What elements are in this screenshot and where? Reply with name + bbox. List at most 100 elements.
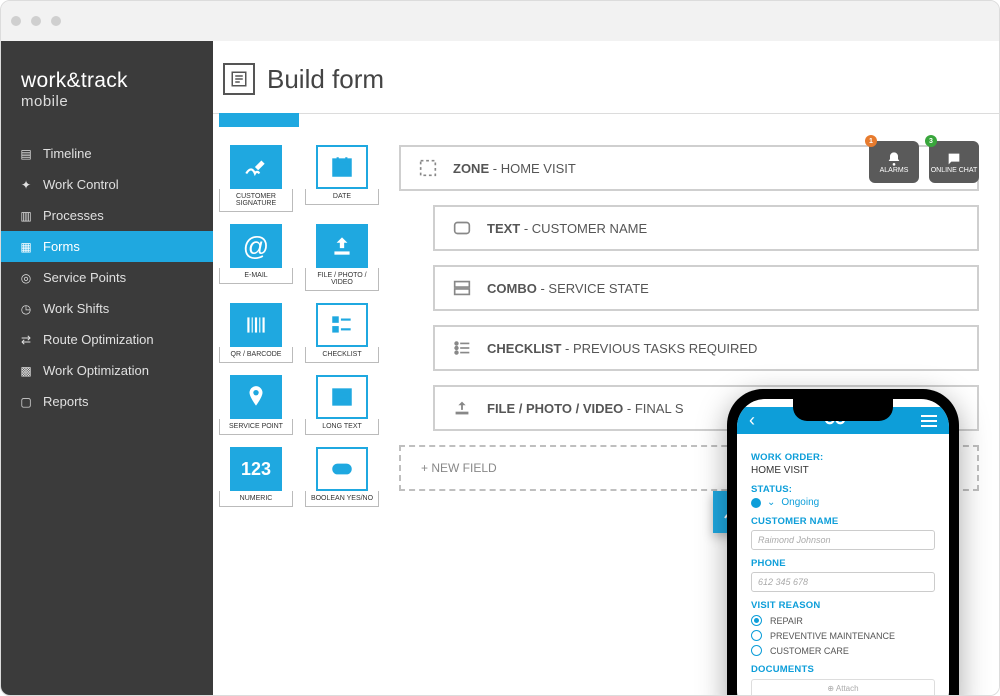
canvas-field-row[interactable]: TEXT - CUSTOMER NAME <box>433 205 979 251</box>
sidebar-item-route-optimization[interactable]: ⇄ Route Optimization <box>1 324 213 355</box>
toggle-icon <box>316 447 368 491</box>
field-label: TEXT - CUSTOMER NAME <box>487 221 647 236</box>
reason-label: PREVENTIVE MAINTENANCE <box>770 631 895 641</box>
calendar-icon: ▤ <box>19 147 33 161</box>
phone-notch <box>793 399 893 421</box>
sidebar-item-label: Work Shifts <box>43 301 109 316</box>
canvas-field-row[interactable]: CHECKLIST - PREVIOUS TASKS REQUIRED <box>433 325 979 371</box>
reason-option[interactable]: PREVENTIVE MAINTENANCE <box>751 630 935 641</box>
status-dropdown[interactable]: ⌄ Ongoing <box>751 497 935 508</box>
alarms-button[interactable]: 1 ALARMS <box>869 141 919 183</box>
main-area: Build form CUSTOMER SIGNATURE <box>213 41 999 695</box>
longtext-icon <box>316 375 368 419</box>
palette-tile-file[interactable]: FILE / PHOTO / VIDEO <box>305 224 379 291</box>
work-order-value: HOME VISIT <box>751 465 935 476</box>
documents-label: DOCUMENTS <box>751 664 935 675</box>
chat-icon <box>946 151 962 167</box>
customer-name-input[interactable]: Raimond Johnson <box>751 530 935 550</box>
sidebar-item-work-control[interactable]: ✦ Work Control <box>1 169 213 200</box>
sidebar-item-timeline[interactable]: ▤ Timeline <box>1 138 213 169</box>
form-icon: ▦ <box>19 240 33 254</box>
phone-mockup: ‹ WORK ORDER: HOME VISIT STATUS: ⌄ <box>727 389 959 696</box>
field-label: FILE / PHOTO / VIDEO - FINAL S <box>487 401 684 416</box>
palette-tile-longtext[interactable]: LONG TEXT <box>305 375 379 435</box>
palette-tile-service-point[interactable]: SERVICE POINT <box>219 375 293 435</box>
back-icon[interactable]: ‹ <box>749 410 755 431</box>
sidebar-item-label: Timeline <box>43 146 92 161</box>
palette-tile-date[interactable]: DATE <box>305 145 379 212</box>
chat-badge: 3 <box>925 135 937 147</box>
reason-option[interactable]: CUSTOMER CARE <box>751 645 935 656</box>
attach-button[interactable]: ⊕ Attach <box>751 679 935 696</box>
palette-tile-barcode[interactable]: QR / BARCODE <box>219 303 293 363</box>
grid-icon: ▩ <box>19 364 33 378</box>
palette-tile-checklist[interactable]: CHECKLIST <box>305 303 379 363</box>
palette-tile-label: SERVICE POINT <box>219 419 293 435</box>
page-title: Build form <box>267 64 384 95</box>
zone-icon <box>415 155 441 181</box>
sidebar-item-work-optimization[interactable]: ▩ Work Optimization <box>1 355 213 386</box>
form-header-icon <box>223 63 255 95</box>
signature-icon <box>230 145 282 189</box>
palette-tile-label: CHECKLIST <box>305 347 379 363</box>
checklist-icon <box>449 335 475 361</box>
upload-icon <box>316 224 368 268</box>
sidebar-item-service-points[interactable]: ◎ Service Points <box>1 262 213 293</box>
zone-label: ZONE - HOME VISIT <box>453 161 576 176</box>
phone-screen: ‹ WORK ORDER: HOME VISIT STATUS: ⌄ <box>737 399 949 696</box>
sidebar-nav: ▤ Timeline ✦ Work Control ▥ Processes ▦ … <box>1 138 213 417</box>
combo-icon <box>449 275 475 301</box>
page-header: Build form <box>213 41 999 114</box>
radio-icon <box>751 630 762 641</box>
pin-icon: ◎ <box>19 271 33 285</box>
palette-tile-signature[interactable]: CUSTOMER SIGNATURE <box>219 145 293 212</box>
sidebar-item-reports[interactable]: ▢ Reports <box>1 386 213 417</box>
doc-icon: ▢ <box>19 395 33 409</box>
palette-tile-label: NUMERIC <box>219 491 293 507</box>
radio-icon <box>751 645 762 656</box>
header-actions: 1 ALARMS 3 ONLINE CHAT <box>869 141 979 183</box>
chevron-down-icon: ⌄ <box>767 497 775 508</box>
phone-label: PHONE <box>751 558 935 569</box>
sidebar-item-label: Service Points <box>43 270 126 285</box>
clock-icon: ◷ <box>19 302 33 316</box>
chip-label: ALARMS <box>880 167 909 174</box>
canvas-field-row[interactable]: COMBO - SERVICE STATE <box>433 265 979 311</box>
logo-sub: mobile <box>21 93 193 110</box>
palette-tile-label: DATE <box>305 189 379 205</box>
sidebar-item-work-shifts[interactable]: ◷ Work Shifts <box>1 293 213 324</box>
palette-tile-label: BOOLEAN YES/NO <box>305 491 379 507</box>
reason-label: CUSTOMER CARE <box>770 646 849 656</box>
palette-tile-numeric[interactable]: 123 NUMERIC <box>219 447 293 507</box>
visit-reason-label: VISIT REASON <box>751 600 935 611</box>
palette-tile-email[interactable]: @ E-MAIL <box>219 224 293 291</box>
chat-button[interactable]: 3 ONLINE CHAT <box>929 141 979 183</box>
sidebar-item-label: Work Control <box>43 177 119 192</box>
checklist-icon <box>316 303 368 347</box>
palette-tile-label: QR / BARCODE <box>219 347 293 363</box>
traffic-light-dot <box>31 16 41 26</box>
traffic-light-dot <box>11 16 21 26</box>
numeric-icon: 123 <box>230 447 282 491</box>
status-label: STATUS: <box>751 484 935 495</box>
barcode-icon <box>230 303 282 347</box>
route-icon: ⇄ <box>19 333 33 347</box>
sidebar-item-label: Work Optimization <box>43 363 149 378</box>
palette-tile-boolean[interactable]: BOOLEAN YES/NO <box>305 447 379 507</box>
status-value: Ongoing <box>781 497 819 508</box>
app-logo: work&track mobile <box>1 51 213 130</box>
reason-option[interactable]: REPAIR <box>751 615 935 626</box>
sidebar-item-forms[interactable]: ▦ Forms <box>1 231 213 262</box>
sidebar-item-label: Reports <box>43 394 89 409</box>
chip-label: ONLINE CHAT <box>931 167 978 174</box>
reason-label: REPAIR <box>770 616 803 626</box>
sidebar-item-label: Route Optimization <box>43 332 154 347</box>
hamburger-icon[interactable] <box>921 415 937 427</box>
stack-icon: ▥ <box>19 209 33 223</box>
radio-icon <box>751 615 762 626</box>
sidebar-item-processes[interactable]: ▥ Processes <box>1 200 213 231</box>
sidebar-item-label: Processes <box>43 208 104 223</box>
app-window: work&track mobile ▤ Timeline ✦ Work Cont… <box>0 0 1000 696</box>
phone-input[interactable]: 612 345 678 <box>751 572 935 592</box>
gear-icon: ✦ <box>19 178 33 192</box>
